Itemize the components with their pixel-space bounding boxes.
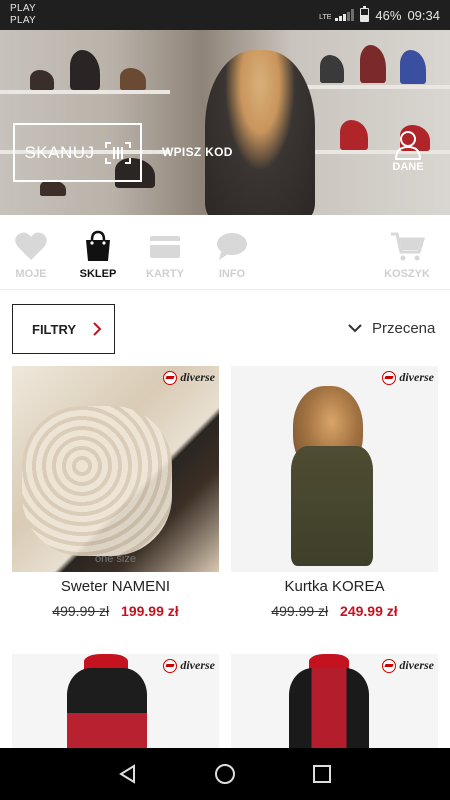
carrier-2: PLAY [10, 15, 37, 26]
heart-icon [15, 232, 47, 260]
clock: 09:34 [407, 7, 440, 23]
product-image[interactable]: diverse [12, 654, 219, 748]
network-type: LTE [319, 13, 332, 21]
sort-dropdown[interactable]: Przecena [348, 320, 435, 337]
recents-square-icon [312, 765, 331, 783]
tab-koszyk[interactable]: KOSZYK [381, 230, 433, 280]
sale-price: 199.99 zł [121, 603, 179, 619]
filter-button[interactable]: FILTRY [12, 304, 115, 354]
brand-logo-icon [163, 658, 178, 673]
sweater-photo [22, 406, 172, 556]
product-prices: 499.99 zł 249.99 zł [231, 603, 438, 619]
size-note: one size [95, 553, 136, 565]
scan-label: SKANUJ [24, 142, 95, 162]
product-image[interactable]: diverse [231, 366, 438, 572]
product-image[interactable]: diverse one size [12, 366, 219, 572]
brand-name: diverse [399, 370, 434, 384]
brand-badge: diverse [163, 370, 215, 385]
tab-karty[interactable]: KARTY [145, 230, 185, 280]
shoe-image [30, 70, 54, 90]
shoe-image [40, 180, 66, 196]
shoe-image [320, 55, 344, 83]
old-price: 499.99 zł [52, 603, 110, 619]
brand-logo-icon [382, 370, 397, 385]
shelf [0, 90, 170, 94]
brand-badge: diverse [163, 658, 215, 673]
chat-bubble-icon [217, 233, 247, 260]
card-icon [150, 236, 180, 258]
handbag-image [70, 50, 100, 90]
product-image[interactable]: diverse [231, 654, 438, 748]
shopping-bag-icon [86, 230, 110, 261]
jacket-photo [67, 668, 147, 748]
carrier-1: PLAY [10, 3, 37, 14]
tab-label: SKLEP [79, 268, 117, 280]
recents-button[interactable] [302, 754, 342, 794]
chevron-right-icon [93, 322, 102, 336]
carrier-names: PLAY PLAY [10, 3, 36, 27]
enter-code-link[interactable]: WPISZ KOD [162, 145, 233, 159]
product-prices: 499.99 zł 199.99 zł [12, 603, 219, 619]
shoe-image [360, 45, 386, 83]
shoe-image [400, 50, 426, 84]
user-icon [394, 131, 422, 160]
system-nav-bar [0, 748, 450, 800]
cart-icon [391, 232, 425, 261]
tab-moje[interactable]: MOJE [12, 230, 50, 280]
parka-photo [291, 446, 373, 566]
tab-label: MOJE [15, 268, 47, 280]
old-price: 499.99 zł [271, 603, 329, 619]
brand-badge: diverse [382, 658, 434, 673]
tab-label: INFO [218, 268, 246, 280]
chevron-down-icon [348, 324, 362, 333]
product-card[interactable]: diverse one size Sweter NAMENI 499.99 zł… [12, 366, 219, 619]
product-card[interactable]: diverse [12, 654, 219, 748]
barcode-icon [104, 141, 131, 164]
brand-badge: diverse [382, 370, 434, 385]
sort-label: Przecena [372, 320, 436, 337]
product-card[interactable]: diverse [231, 654, 438, 748]
sale-price: 249.99 zł [340, 603, 398, 619]
filter-label: FILTRY [32, 321, 77, 337]
tab-info[interactable]: INFO [214, 230, 250, 280]
shelf [300, 85, 450, 89]
product-name[interactable]: Sweter NAMENI [12, 578, 219, 595]
brand-logo-icon [382, 658, 397, 673]
battery-icon [360, 6, 370, 22]
signal-icon [335, 9, 355, 21]
home-button[interactable] [205, 754, 245, 794]
shoe-image [120, 68, 146, 90]
account-button[interactable]: DANE [388, 130, 428, 173]
brand-name: diverse [180, 370, 215, 384]
product-name[interactable]: Kurtka KOREA [231, 578, 438, 595]
tab-label: KARTY [146, 268, 184, 280]
main-tabs: MOJE SKLEP KARTY INFO KOSZYK [0, 215, 450, 290]
product-card[interactable]: diverse Kurtka KOREA 499.99 zł 249.99 zł [231, 366, 438, 619]
home-circle-icon [214, 764, 235, 784]
scan-button[interactable]: SKANUJ [13, 123, 142, 182]
back-triangle-icon [119, 764, 136, 784]
jacket-photo [289, 668, 369, 748]
brand-logo-icon [163, 370, 178, 385]
tab-sklep[interactable]: SKLEP [78, 230, 118, 280]
account-label: DANE [392, 161, 424, 173]
hero-banner: SKANUJ WPISZ KOD DANE [0, 30, 450, 215]
tab-label: KOSZYK [384, 268, 430, 280]
battery-percent: 46% [375, 7, 402, 23]
shopper-photo [205, 50, 315, 215]
brand-name: diverse [399, 658, 434, 672]
brand-name: diverse [180, 658, 215, 672]
shoe-image [340, 120, 368, 150]
status-bar: PLAY PLAY LTE 46% 09:34 [0, 0, 450, 30]
back-button[interactable] [108, 754, 148, 794]
